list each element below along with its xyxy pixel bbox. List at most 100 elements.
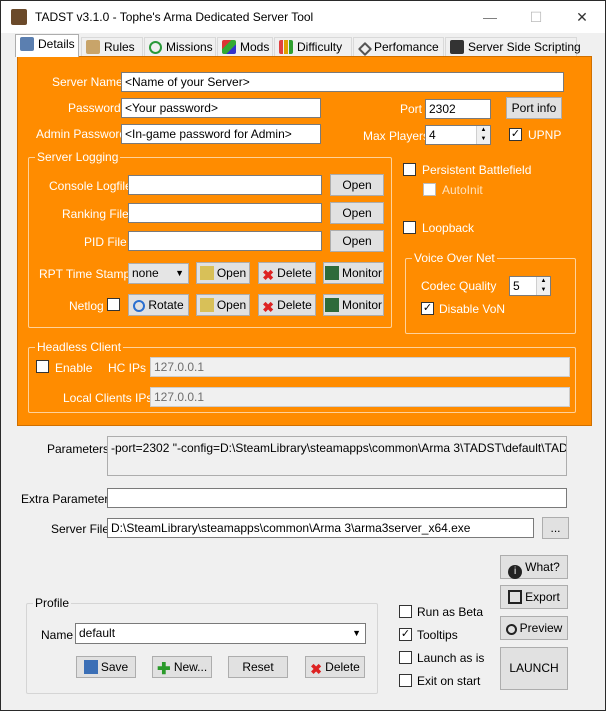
netlog-delete-button[interactable]: ✖ Delete <box>258 294 316 316</box>
profile-new-button[interactable]: ✚ New... <box>152 656 212 678</box>
netlog-monitor-button[interactable]: Monitor <box>323 294 384 316</box>
magnifier-icon <box>505 624 517 635</box>
voice-over-net-title: Voice Over Net <box>412 251 497 265</box>
minimize-button[interactable]: — <box>467 1 513 33</box>
performance-icon <box>357 41 373 57</box>
port-input[interactable]: 2302 <box>425 99 491 119</box>
hc-ips-input[interactable]: 127.0.0.1 <box>150 357 570 377</box>
password-input[interactable]: <Your password> <box>121 98 321 118</box>
tab-label: Server Side Scripting <box>468 40 581 54</box>
close-button[interactable]: ✕ <box>559 1 605 33</box>
ranking-open-button[interactable]: Open <box>330 202 384 224</box>
spin-down-icon[interactable]: ▼ <box>476 135 490 144</box>
headless-client-title: Headless Client <box>35 340 124 354</box>
run-as-beta-label: Run as Beta <box>417 605 484 619</box>
console-logfile-input[interactable] <box>128 175 322 195</box>
disable-von-checkbox[interactable]: ✓ <box>421 302 434 315</box>
server-name-input[interactable]: <Name of your Server> <box>121 72 564 92</box>
server-name-label: Server Name <box>52 75 123 89</box>
tab-mods[interactable]: Mods <box>217 37 273 56</box>
netlog-checkbox[interactable] <box>107 298 120 311</box>
server-logging-title: Server Logging <box>35 150 121 164</box>
title-bar: TADST v3.1.0 - Tophe's Arma Dedicated Se… <box>1 1 605 33</box>
netlog-label: Netlog <box>69 299 104 313</box>
tooltips-checkbox[interactable]: ✓ <box>399 628 412 641</box>
rpt-delete-button[interactable]: ✖ Delete <box>258 262 316 284</box>
launch-as-is-label: Launch as is <box>417 651 485 665</box>
server-file-input[interactable]: D:\SteamLibrary\steamapps\common\Arma 3\… <box>107 518 534 538</box>
extra-parameters-input[interactable] <box>107 488 567 508</box>
profile-reset-button[interactable]: Reset <box>228 656 288 678</box>
profile-delete-button[interactable]: ✖ Delete <box>305 656 365 678</box>
profile-group: Profile <box>26 596 378 694</box>
profile-save-button[interactable]: Save <box>76 656 136 678</box>
parameters-textbox[interactable]: -port=2302 "-config=D:\SteamLibrary\stea… <box>107 436 567 476</box>
pid-file-label: PID File <box>84 235 127 249</box>
rpt-open-button[interactable]: Open <box>196 262 250 284</box>
tab-label: Difficulty <box>297 40 343 54</box>
loopback-label: Loopback <box>422 221 475 235</box>
browse-server-file-button[interactable]: ... <box>542 517 569 539</box>
details-panel: Server Name <Name of your Server> Passwo… <box>17 56 592 426</box>
launch-button[interactable]: LAUNCH <box>500 647 568 690</box>
password-label: Password <box>68 101 121 115</box>
what-button[interactable]: i What? <box>500 555 568 579</box>
tab-missions[interactable]: Missions <box>144 37 216 56</box>
tooltips-label: Tooltips <box>417 628 458 642</box>
spin-down-icon[interactable]: ▼ <box>536 286 550 295</box>
tab-performance[interactable]: Perfomance <box>353 37 444 57</box>
tab-details[interactable]: Details <box>15 34 79 57</box>
button-label: Save <box>100 660 129 674</box>
rotate-icon <box>133 300 146 312</box>
save-disk-icon <box>83 660 98 674</box>
delete-x-icon: ✖ <box>262 267 275 283</box>
tab-rules[interactable]: Rules <box>81 37 143 56</box>
rpt-timestamp-label: RPT Time Stamp <box>39 267 131 281</box>
profile-name-select[interactable]: default ▼ <box>75 623 366 644</box>
maximize-button[interactable]: ☐ <box>513 1 559 33</box>
chevron-down-icon: ▼ <box>175 268 184 278</box>
extra-parameters-label: Extra Parameters <box>21 492 115 506</box>
tab-label: Perfomance <box>374 40 439 54</box>
tab-difficulty[interactable]: Difficulty <box>274 37 352 56</box>
tab-server-side-scripting[interactable]: Server Side Scripting <box>445 37 581 56</box>
info-icon: i <box>508 565 523 579</box>
local-clients-ips-input[interactable]: 127.0.0.1 <box>150 387 570 407</box>
button-label: Open <box>216 298 247 312</box>
preview-button[interactable]: Preview <box>500 616 568 640</box>
button-label: Preview <box>519 621 563 635</box>
netlog-rotate-button[interactable]: Rotate <box>128 294 189 316</box>
console-open-button[interactable]: Open <box>330 174 384 196</box>
button-label: Delete <box>277 298 312 312</box>
port-info-button[interactable]: Port info <box>506 97 562 119</box>
ranking-file-input[interactable] <box>128 203 322 223</box>
codec-quality-stepper[interactable]: 5 ▲ ▼ <box>509 276 551 296</box>
button-label: What? <box>525 560 560 574</box>
folder-open-icon <box>199 298 214 312</box>
loopback-checkbox[interactable] <box>403 221 416 234</box>
upnp-checkbox[interactable]: ✓ <box>509 128 522 141</box>
netlog-open-button[interactable]: Open <box>196 294 250 316</box>
run-as-beta-checkbox[interactable] <box>399 605 412 618</box>
exit-on-start-checkbox[interactable] <box>399 674 412 687</box>
admin-password-label: Admin Password <box>36 127 127 141</box>
admin-password-input[interactable]: <In-game password for Admin> <box>121 124 321 144</box>
app-icon <box>11 9 27 25</box>
button-label: Delete <box>325 660 360 674</box>
app-window: TADST v3.1.0 - Tophe's Arma Dedicated Se… <box>0 0 606 711</box>
autoinit-checkbox[interactable] <box>423 183 436 196</box>
rpt-monitor-button[interactable]: Monitor <box>323 262 384 284</box>
max-players-stepper[interactable]: 4 ▲ ▼ <box>425 125 491 145</box>
spin-up-icon[interactable]: ▲ <box>536 277 550 286</box>
persistent-battlefield-checkbox[interactable] <box>403 163 416 176</box>
persistent-battlefield-label: Persistent Battlefield <box>422 163 532 177</box>
pid-file-input[interactable] <box>128 231 322 251</box>
rpt-timestamp-select[interactable]: none ▼ <box>128 263 189 284</box>
pid-open-button[interactable]: Open <box>330 230 384 252</box>
launch-as-is-checkbox[interactable] <box>399 651 412 664</box>
headless-enable-checkbox[interactable] <box>36 360 49 373</box>
tab-label: Details <box>38 37 75 51</box>
spin-up-icon[interactable]: ▲ <box>476 126 490 135</box>
export-button[interactable]: Export <box>500 585 568 609</box>
button-label: Monitor <box>341 266 382 280</box>
